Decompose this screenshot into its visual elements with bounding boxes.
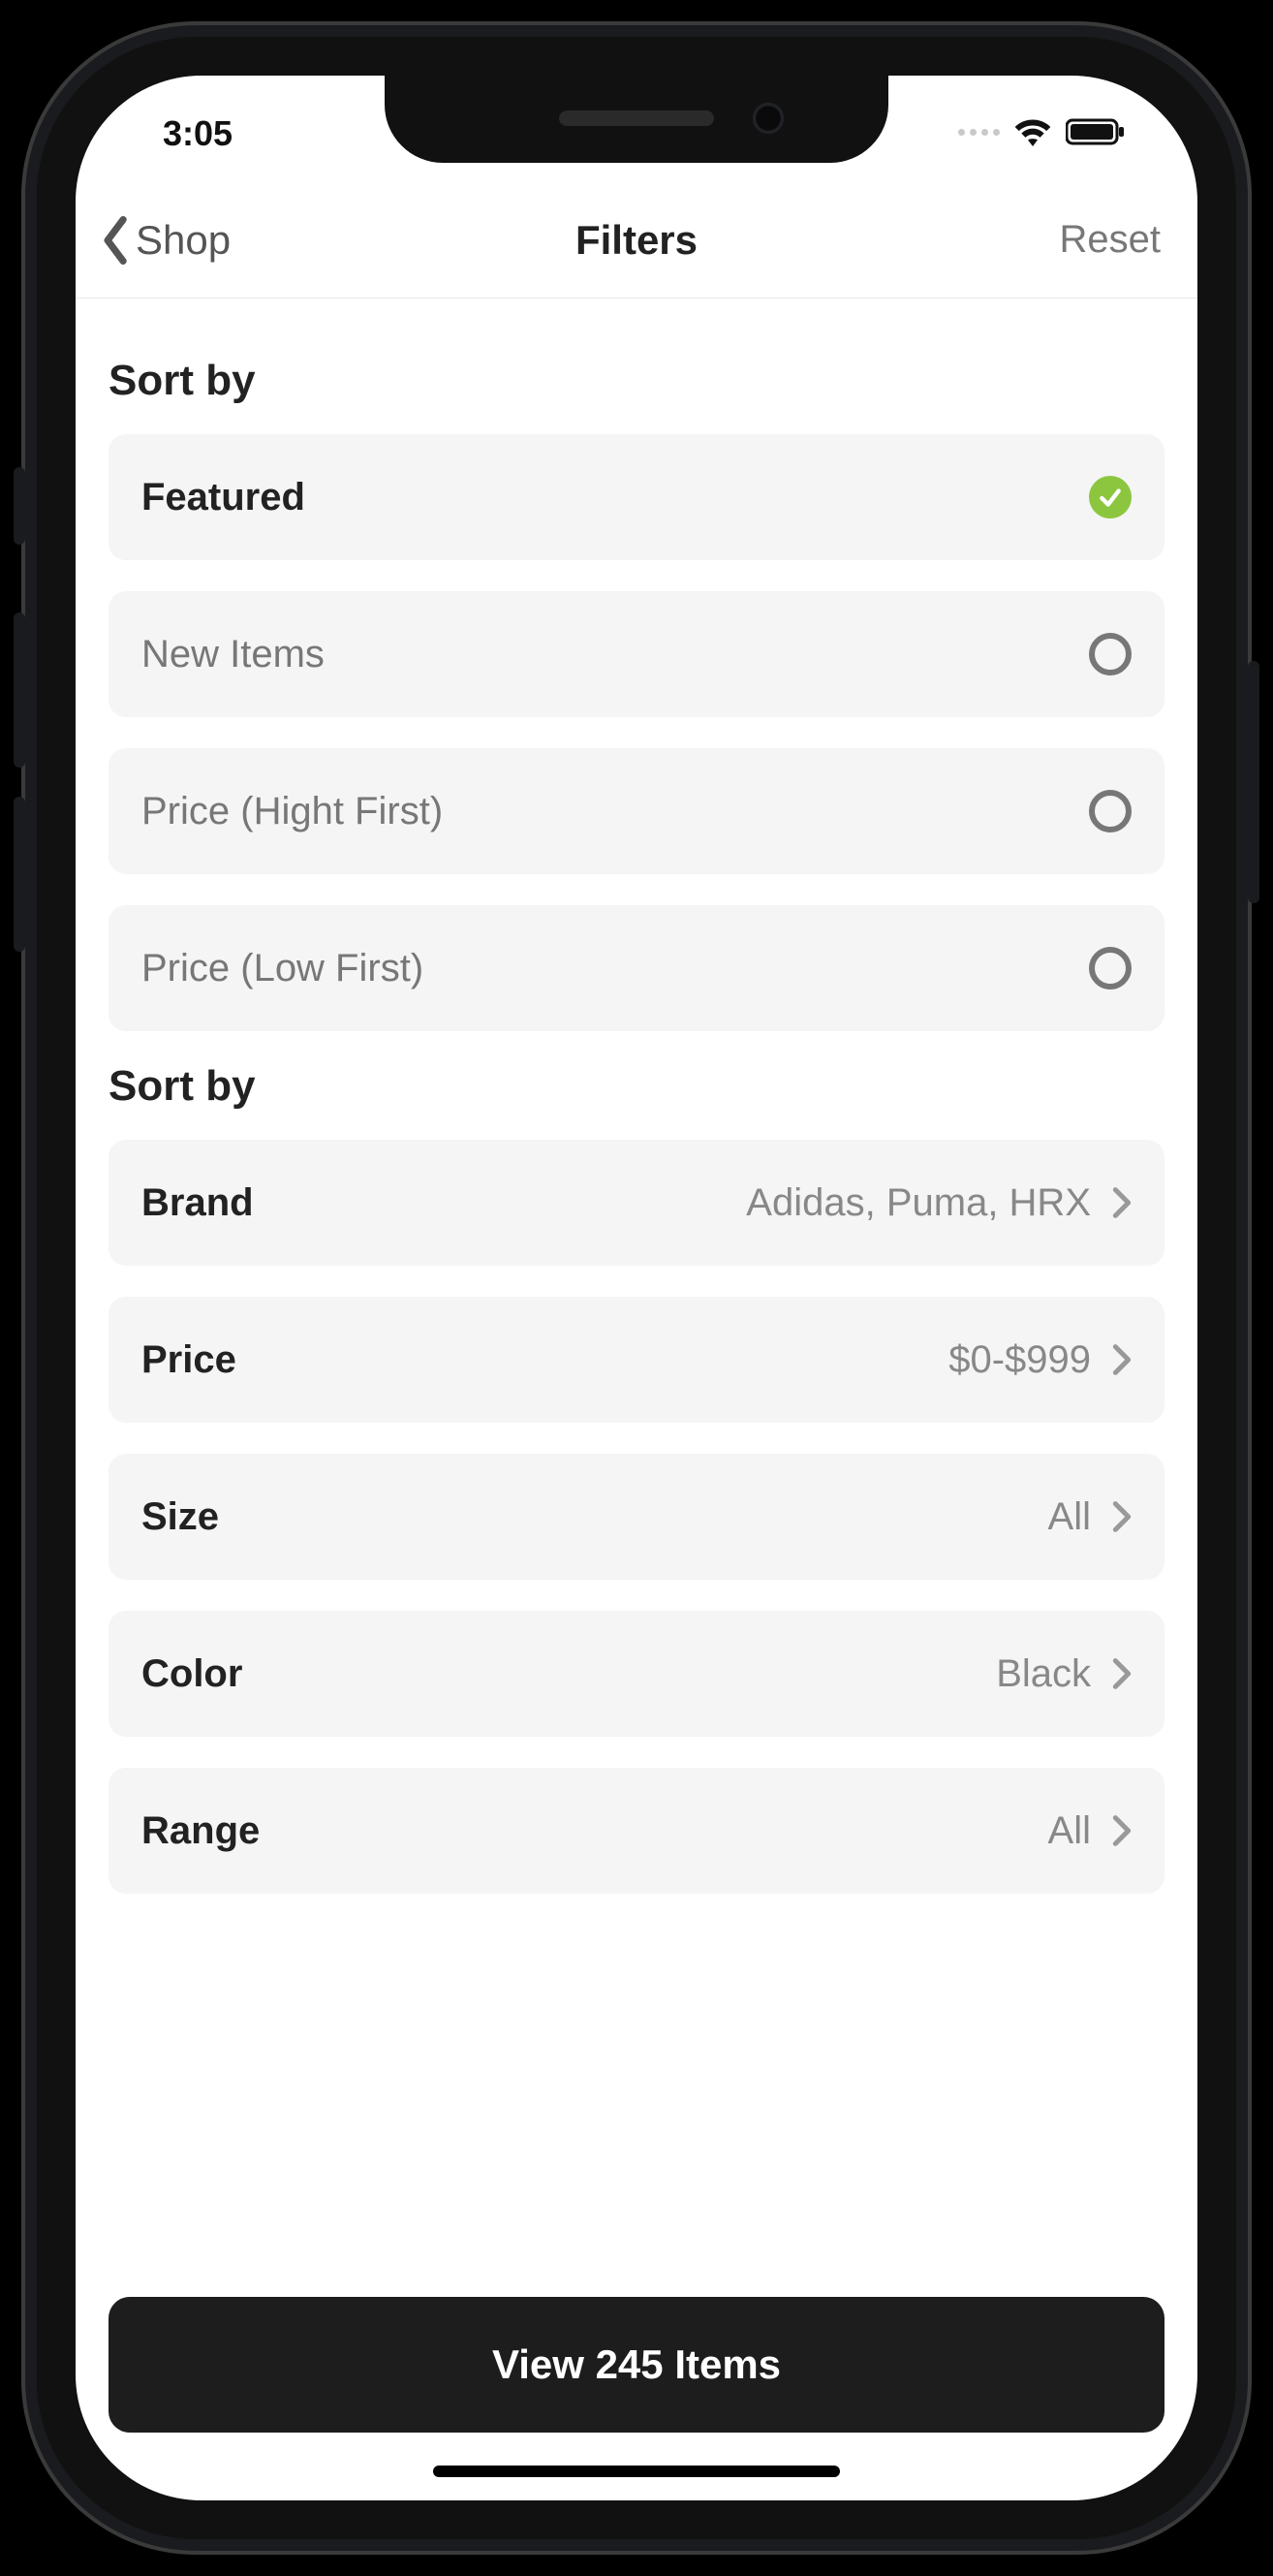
section-title-sort: Sort by xyxy=(109,357,1164,405)
front-camera xyxy=(753,103,784,134)
status-time: 3:05 xyxy=(143,104,233,154)
section-title-filters: Sort by xyxy=(109,1062,1164,1111)
chevron-left-icon xyxy=(101,216,132,265)
sort-option-price-low[interactable]: Price (Low First) xyxy=(109,905,1164,1031)
filter-label: Range xyxy=(141,1809,260,1853)
silence-switch xyxy=(14,467,25,545)
volume-up-button xyxy=(14,613,25,768)
checkmark-icon xyxy=(1089,476,1132,518)
sort-option-new-items[interactable]: New Items xyxy=(109,591,1164,717)
home-indicator[interactable] xyxy=(433,2466,840,2477)
sort-option-label: Featured xyxy=(141,476,305,519)
sort-option-label: New Items xyxy=(141,633,325,676)
filter-value: Black xyxy=(996,1652,1091,1696)
battery-icon xyxy=(1066,117,1126,146)
phone-screen: 3:05 xyxy=(76,76,1197,2500)
nav-bar: Shop Filters Reset xyxy=(76,182,1197,298)
phone-frame: 3:05 xyxy=(21,21,1252,2555)
speaker-grille xyxy=(559,110,714,126)
wifi-icon xyxy=(1013,117,1052,146)
volume-down-button xyxy=(14,797,25,952)
filter-row-range[interactable]: Range All xyxy=(109,1768,1164,1894)
power-button xyxy=(1248,661,1259,903)
phone-bezel: 3:05 xyxy=(37,37,1236,2539)
filter-row-color[interactable]: Color Black xyxy=(109,1611,1164,1737)
radio-unchecked-icon xyxy=(1089,633,1132,675)
chevron-right-icon xyxy=(1112,1500,1132,1533)
cellular-dots-icon xyxy=(958,129,1000,136)
back-label: Shop xyxy=(136,217,231,264)
page-title: Filters xyxy=(76,217,1197,264)
filter-row-brand[interactable]: Brand Adidas, Puma, HRX xyxy=(109,1140,1164,1266)
status-right xyxy=(958,111,1130,146)
filter-value: Adidas, Puma, HRX xyxy=(746,1181,1091,1225)
filter-row-size[interactable]: Size All xyxy=(109,1454,1164,1580)
phone-notch xyxy=(385,76,888,163)
chevron-right-icon xyxy=(1112,1814,1132,1847)
view-items-button[interactable]: View 245 Items xyxy=(109,2297,1164,2433)
chevron-right-icon xyxy=(1112,1343,1132,1376)
back-button[interactable]: Shop xyxy=(101,182,231,298)
filter-value: All xyxy=(1048,1809,1091,1853)
filter-label: Color xyxy=(141,1652,242,1696)
filter-label: Price xyxy=(141,1338,236,1382)
chevron-right-icon xyxy=(1112,1657,1132,1690)
chevron-right-icon xyxy=(1112,1186,1132,1219)
sort-option-label: Price (Low First) xyxy=(141,947,423,990)
reset-button[interactable]: Reset xyxy=(1060,182,1162,298)
radio-unchecked-icon xyxy=(1089,947,1132,990)
sort-option-price-high[interactable]: Price (Hight First) xyxy=(109,748,1164,874)
filter-label: Size xyxy=(141,1495,219,1539)
filter-label: Brand xyxy=(141,1181,254,1225)
filter-value: All xyxy=(1048,1495,1091,1539)
cta-label: View 245 Items xyxy=(492,2341,781,2388)
sort-option-label: Price (Hight First) xyxy=(141,790,443,833)
sort-option-featured[interactable]: Featured xyxy=(109,434,1164,560)
radio-unchecked-icon xyxy=(1089,790,1132,832)
filter-value: $0-$999 xyxy=(948,1338,1091,1382)
content-area: Sort by Featured New Items Price (Hight … xyxy=(76,318,1197,2500)
filter-row-price[interactable]: Price $0-$999 xyxy=(109,1297,1164,1423)
